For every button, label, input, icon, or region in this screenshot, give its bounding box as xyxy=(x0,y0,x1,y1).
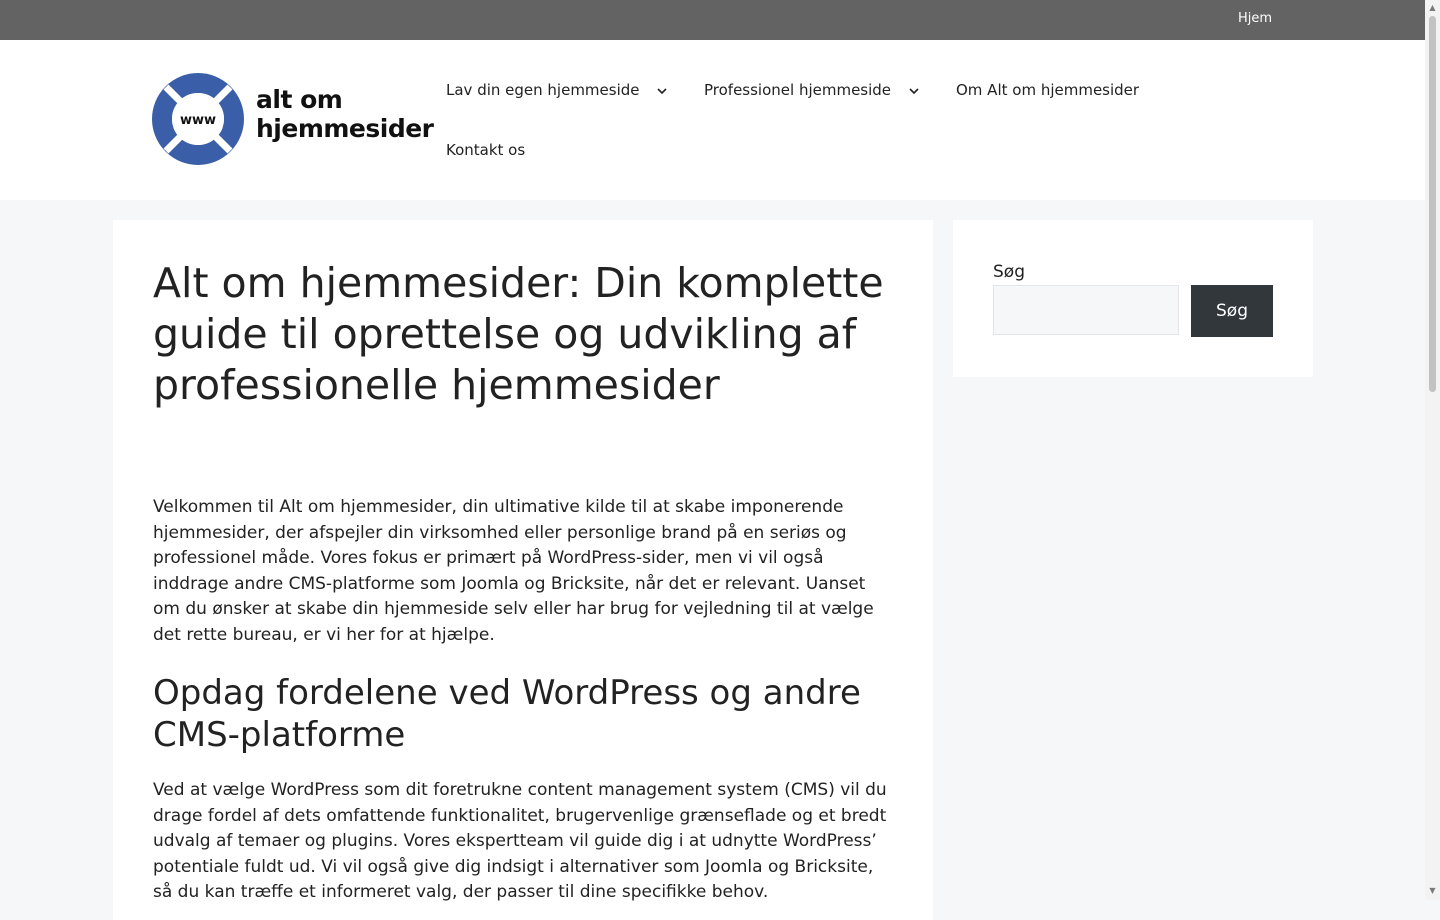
scroll-down-arrow-icon[interactable]: ▼ xyxy=(1428,886,1437,895)
chevron-down-icon xyxy=(909,87,919,94)
logo-wordmark: alt om hjemmesider xyxy=(256,85,434,143)
logo-line-2: hjemmesider xyxy=(256,114,434,143)
page-scrollbar[interactable]: ▲ ▼ xyxy=(1425,0,1440,900)
logo-line-1: alt om xyxy=(256,85,343,114)
intro-paragraph: Velkommen til Alt om hjemmesider, din ul… xyxy=(153,497,874,645)
nav-item-label: Om Alt om hjemmesider xyxy=(956,81,1140,99)
nav-item-lav-din-egen[interactable]: Lav din egen hjemmeside xyxy=(446,81,668,99)
nav-item-label: Lav din egen hjemmeside xyxy=(446,81,640,99)
scroll-up-arrow-icon[interactable]: ▲ xyxy=(1428,3,1437,12)
nav-item-kontakt[interactable]: Kontakt os xyxy=(446,141,525,159)
nav-item-label: Kontakt os xyxy=(446,141,526,159)
top-bar: Hjem xyxy=(0,0,1425,40)
search-label: Søg xyxy=(993,262,1025,282)
sidebar-search-widget: Søg Søg xyxy=(953,220,1313,377)
logo-icon-text: www xyxy=(180,113,216,128)
section-heading: Opdag fordelene ved WordPress og andre C… xyxy=(153,673,861,755)
lifebuoy-logo-icon: www xyxy=(152,73,244,165)
nav-item-professionel[interactable]: Professionel hjemmeside xyxy=(704,81,920,99)
nav-item-label: Professionel hjemmeside xyxy=(704,81,892,99)
nav-item-om-alt-om[interactable]: Om Alt om hjemmesider xyxy=(956,81,1139,99)
section-paragraph: Ved at vælge WordPress som dit foretrukn… xyxy=(153,780,887,902)
chevron-down-icon xyxy=(657,87,667,94)
search-button[interactable]: Søg xyxy=(1191,285,1273,337)
page-title: Alt om hjemmesider: Din komplette guide … xyxy=(153,259,884,409)
site-header: www alt om hjemmesider Lav din egen hjem… xyxy=(0,40,1425,200)
scrollbar-thumb[interactable] xyxy=(1429,16,1436,392)
top-link-home[interactable]: Hjem xyxy=(1238,11,1272,26)
main-content: Alt om hjemmesider: Din komplette guide … xyxy=(113,220,933,920)
search-input[interactable] xyxy=(993,285,1179,335)
site-logo[interactable]: www alt om hjemmesider xyxy=(152,73,434,165)
